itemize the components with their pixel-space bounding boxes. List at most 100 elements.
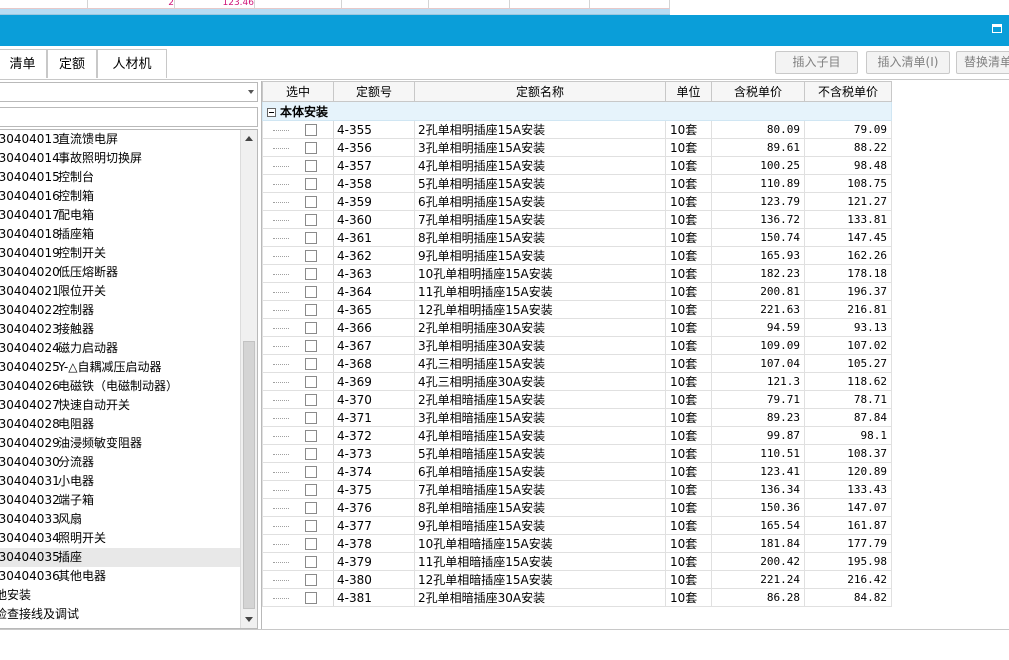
tree-item[interactable]: 池安装 bbox=[0, 586, 257, 605]
checkbox-icon[interactable] bbox=[305, 466, 317, 478]
tree-item[interactable]: 030404020低压熔断器 bbox=[0, 263, 257, 282]
tree-item[interactable]: 030404017配电箱 bbox=[0, 206, 257, 225]
checkbox-icon[interactable] bbox=[305, 178, 317, 190]
table-row[interactable]: 4-381 2孔单相暗插座30A安装 10套 86.28 84.82 bbox=[262, 588, 892, 607]
table-row[interactable]: 4-364 11孔单相明插座15A安装 10套 200.81 196.37 bbox=[262, 282, 892, 301]
checkbox-icon[interactable] bbox=[305, 304, 317, 316]
dropdown-arrow-icon[interactable] bbox=[248, 90, 254, 94]
tree-item[interactable]: 030404034照明开关 bbox=[0, 529, 257, 548]
table-row[interactable]: 4-361 8孔单相明插座15A安装 10套 150.74 147.45 bbox=[262, 228, 892, 247]
filter-input[interactable] bbox=[0, 107, 258, 127]
table-row[interactable]: 4-373 5孔单相暗插座15A安装 10套 110.51 108.37 bbox=[262, 444, 892, 463]
checkbox-icon[interactable] bbox=[305, 196, 317, 208]
col-header-unit[interactable]: 单位 bbox=[665, 81, 712, 102]
checkbox-icon[interactable] bbox=[305, 574, 317, 586]
tree-item[interactable]: 030404021限位开关 bbox=[0, 282, 257, 301]
table-row[interactable]: 4-365 12孔单相明插座15A安装 10套 221.63 216.81 bbox=[262, 300, 892, 319]
col-header-select[interactable]: 选中 bbox=[262, 81, 334, 102]
collapse-icon[interactable] bbox=[267, 107, 276, 117]
table-row[interactable]: 4-370 2孔单相暗插座15A安装 10套 79.71 78.71 bbox=[262, 390, 892, 409]
table-row[interactable]: 4-376 8孔单相暗插座15A安装 10套 150.36 147.07 bbox=[262, 498, 892, 517]
tree-item[interactable]: 030404014事故照明切换屏 bbox=[0, 149, 257, 168]
col-header-name[interactable]: 定额名称 bbox=[414, 81, 666, 102]
tree-item[interactable]: 030404036其他电器 bbox=[0, 567, 257, 586]
table-row[interactable]: 4-359 6孔单相明插座15A安装 10套 123.79 121.27 bbox=[262, 192, 892, 211]
col-header-code[interactable]: 定额号 bbox=[333, 81, 415, 102]
scroll-down-icon[interactable] bbox=[241, 612, 257, 628]
table-row[interactable]: 4-378 10孔单相暗插座15A安装 10套 181.84 177.79 bbox=[262, 534, 892, 553]
col-header-notax-price[interactable]: 不含税单价 bbox=[804, 81, 892, 102]
category-tree[interactable]: 030404013直流馈电屏030404014事故照明切换屏030404015控… bbox=[0, 129, 258, 629]
checkbox-icon[interactable] bbox=[305, 520, 317, 532]
checkbox-icon[interactable] bbox=[305, 376, 317, 388]
tab-labor-material-machine[interactable]: 人材机 bbox=[97, 49, 167, 78]
tree-item[interactable]: 030404018插座箱 bbox=[0, 225, 257, 244]
tree-item[interactable]: 030404030分流器 bbox=[0, 453, 257, 472]
tab-quota[interactable]: 定额 bbox=[47, 49, 97, 78]
tree-item[interactable]: 030404027快速自动开关 bbox=[0, 396, 257, 415]
table-row[interactable]: 4-356 3孔单相明插座15A安装 10套 89.61 88.22 bbox=[262, 138, 892, 157]
insert-child-button[interactable]: 插入子目 bbox=[775, 51, 858, 74]
tree-item[interactable]: 030404024磁力启动器 bbox=[0, 339, 257, 358]
table-row[interactable]: 4-366 2孔单相明插座30A安装 10套 94.59 93.13 bbox=[262, 318, 892, 337]
tree-item[interactable]: 030404035插座 bbox=[0, 548, 257, 567]
restore-icon[interactable] bbox=[992, 24, 1002, 33]
table-row[interactable]: 4-363 10孔单相明插座15A安装 10套 182.23 178.18 bbox=[262, 264, 892, 283]
col-header-tax-price[interactable]: 含税单价 bbox=[711, 81, 805, 102]
tree-item[interactable]: 030404015控制台 bbox=[0, 168, 257, 187]
checkbox-icon[interactable] bbox=[305, 142, 317, 154]
tree-item[interactable]: 030404013直流馈电屏 bbox=[0, 130, 257, 149]
table-row[interactable]: 4-367 3孔单相明插座30A安装 10套 109.09 107.02 bbox=[262, 336, 892, 355]
table-row[interactable]: 4-355 2孔单相明插座15A安装 10套 80.09 79.09 bbox=[262, 120, 892, 139]
table-row[interactable]: 4-369 4孔三相明插座30A安装 10套 121.3 118.62 bbox=[262, 372, 892, 391]
group-row[interactable]: 本体安装 bbox=[262, 101, 892, 121]
table-row[interactable]: 4-377 9孔单相暗插座15A安装 10套 165.54 161.87 bbox=[262, 516, 892, 535]
tree-item[interactable]: 030404022控制器 bbox=[0, 301, 257, 320]
checkbox-icon[interactable] bbox=[305, 214, 317, 226]
table-row[interactable]: 4-380 12孔单相暗插座15A安装 10套 221.24 216.42 bbox=[262, 570, 892, 589]
table-row[interactable]: 4-371 3孔单相暗插座15A安装 10套 89.23 87.84 bbox=[262, 408, 892, 427]
checkbox-icon[interactable] bbox=[305, 358, 317, 370]
checkbox-icon[interactable] bbox=[305, 484, 317, 496]
checkbox-icon[interactable] bbox=[305, 232, 317, 244]
checkbox-icon[interactable] bbox=[305, 322, 317, 334]
tree-item[interactable]: 030404023接触器 bbox=[0, 320, 257, 339]
checkbox-icon[interactable] bbox=[305, 286, 317, 298]
tree-item[interactable]: 030404019控制开关 bbox=[0, 244, 257, 263]
checkbox-icon[interactable] bbox=[305, 556, 317, 568]
tree-item[interactable]: 030404032端子箱 bbox=[0, 491, 257, 510]
table-row[interactable]: 4-375 7孔单相暗插座15A安装 10套 136.34 133.43 bbox=[262, 480, 892, 499]
checkbox-icon[interactable] bbox=[305, 592, 317, 604]
table-row[interactable]: 4-374 6孔单相暗插座15A安装 10套 123.41 120.89 bbox=[262, 462, 892, 481]
table-row[interactable]: 4-360 7孔单相明插座15A安装 10套 136.72 133.81 bbox=[262, 210, 892, 229]
table-row[interactable]: 4-379 11孔单相暗插座15A安装 10套 200.42 195.98 bbox=[262, 552, 892, 571]
dialog-titlebar[interactable] bbox=[0, 15, 1009, 46]
scroll-thumb[interactable] bbox=[243, 341, 255, 609]
tree-item[interactable]: 030404033风扇 bbox=[0, 510, 257, 529]
checkbox-icon[interactable] bbox=[305, 268, 317, 280]
tree-item[interactable]: 030404026电磁铁（电磁制动器） bbox=[0, 377, 257, 396]
checkbox-icon[interactable] bbox=[305, 430, 317, 442]
insert-list-button[interactable]: 插入清单(I) bbox=[866, 51, 950, 74]
checkbox-icon[interactable] bbox=[305, 250, 317, 262]
replace-list-button[interactable]: 替换清单 bbox=[956, 51, 1009, 74]
checkbox-icon[interactable] bbox=[305, 448, 317, 460]
tree-item[interactable]: 030404031小电器 bbox=[0, 472, 257, 491]
tree-item[interactable]: 030404029油浸频敏变阻器 bbox=[0, 434, 257, 453]
checkbox-icon[interactable] bbox=[305, 394, 317, 406]
checkbox-icon[interactable] bbox=[305, 124, 317, 136]
table-row[interactable]: 4-368 4孔三相明插座15A安装 10套 107.04 105.27 bbox=[262, 354, 892, 373]
tree-item[interactable]: 030404025Y-△自耦减压启动器 bbox=[0, 358, 257, 377]
table-row[interactable]: 4-362 9孔单相明插座15A安装 10套 165.93 162.26 bbox=[262, 246, 892, 265]
tree-item[interactable]: 检查接线及调试 bbox=[0, 605, 257, 624]
table-row[interactable]: 4-372 4孔单相暗插座15A安装 10套 99.87 98.1 bbox=[262, 426, 892, 445]
checkbox-icon[interactable] bbox=[305, 538, 317, 550]
category-combo[interactable] bbox=[0, 82, 258, 102]
tree-item[interactable]: 030404016控制箱 bbox=[0, 187, 257, 206]
checkbox-icon[interactable] bbox=[305, 412, 317, 424]
tree-scrollbar[interactable] bbox=[240, 130, 257, 628]
tree-item[interactable]: 030404028电阻器 bbox=[0, 415, 257, 434]
tab-bill[interactable]: 清单 bbox=[0, 49, 47, 78]
scroll-up-icon[interactable] bbox=[241, 130, 257, 146]
checkbox-icon[interactable] bbox=[305, 502, 317, 514]
